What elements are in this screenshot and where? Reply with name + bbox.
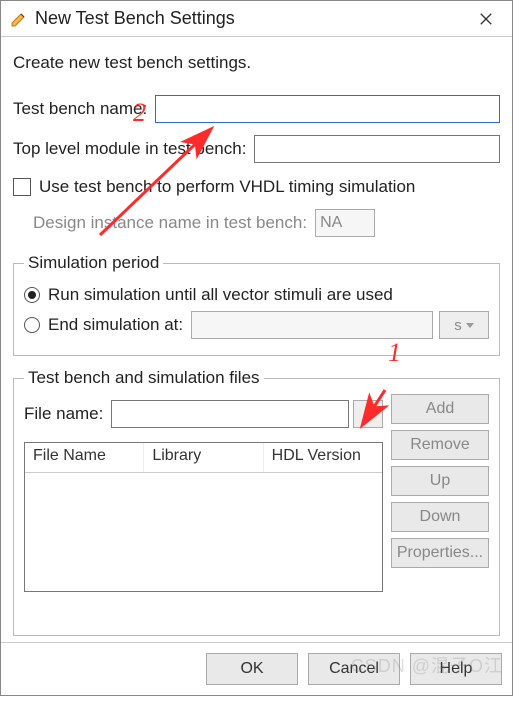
col-file-name: File Name bbox=[25, 443, 144, 472]
end-at-radio[interactable] bbox=[24, 317, 40, 333]
chevron-down-icon bbox=[466, 323, 474, 328]
vhdl-timing-checkbox[interactable] bbox=[13, 178, 31, 196]
properties-button[interactable]: Properties... bbox=[391, 538, 489, 568]
files-table[interactable]: File Name Library HDL Version bbox=[24, 442, 383, 592]
cancel-button[interactable]: Cancel bbox=[308, 653, 400, 685]
run-until-label: Run simulation until all vector stimuli … bbox=[48, 285, 393, 305]
row-run-until: Run simulation until all vector stimuli … bbox=[24, 285, 489, 305]
test-bench-name-input[interactable] bbox=[155, 95, 500, 123]
dialog-new-test-bench: New Test Bench Settings Create new test … bbox=[0, 0, 513, 696]
top-module-input[interactable] bbox=[254, 135, 500, 163]
test-bench-files-legend: Test bench and simulation files bbox=[24, 368, 264, 388]
help-button[interactable]: Help bbox=[410, 653, 502, 685]
time-unit-value: s bbox=[454, 317, 462, 334]
files-buttons: Add Remove Up Down Properties... bbox=[391, 394, 489, 592]
end-at-label: End simulation at: bbox=[48, 315, 183, 335]
browse-button[interactable]: ... bbox=[353, 400, 383, 428]
row-top-level-module: Top level module in test bench: bbox=[13, 135, 500, 163]
pencil-icon bbox=[9, 9, 29, 29]
down-button[interactable]: Down bbox=[391, 502, 489, 532]
row-test-bench-name: Test bench name: bbox=[13, 95, 500, 123]
col-library: Library bbox=[144, 443, 263, 472]
files-inner: File name: ... File Name Library HDL Ver… bbox=[24, 394, 489, 592]
run-until-radio[interactable] bbox=[24, 287, 40, 303]
table-header: File Name Library HDL Version bbox=[25, 443, 382, 473]
col-hdl-version: HDL Version bbox=[264, 443, 382, 472]
row-design-instance: Design instance name in test bench: bbox=[33, 209, 500, 237]
close-icon bbox=[479, 12, 493, 26]
test-bench-name-label: Test bench name: bbox=[13, 99, 147, 119]
design-instance-label: Design instance name in test bench: bbox=[33, 213, 307, 233]
remove-button[interactable]: Remove bbox=[391, 430, 489, 460]
file-name-input[interactable] bbox=[111, 400, 349, 428]
simulation-period-legend: Simulation period bbox=[24, 253, 163, 273]
add-button[interactable]: Add bbox=[391, 394, 489, 424]
files-left: File name: ... File Name Library HDL Ver… bbox=[24, 394, 383, 592]
content-area: Create new test bench settings. Test ben… bbox=[1, 37, 512, 642]
vhdl-timing-label: Use test bench to perform VHDL timing si… bbox=[39, 177, 415, 197]
end-at-input bbox=[191, 311, 433, 339]
time-unit-select[interactable]: s bbox=[439, 311, 489, 339]
titlebar: New Test Bench Settings bbox=[1, 1, 512, 37]
row-file-name: File name: ... bbox=[24, 400, 383, 428]
ok-button[interactable]: OK bbox=[206, 653, 298, 685]
row-vhdl-timing: Use test bench to perform VHDL timing si… bbox=[13, 177, 500, 197]
dialog-footer: OK Cancel Help bbox=[1, 642, 512, 695]
dialog-description: Create new test bench settings. bbox=[13, 53, 500, 73]
simulation-period-group: Simulation period Run simulation until a… bbox=[13, 253, 500, 356]
dialog-title: New Test Bench Settings bbox=[35, 8, 468, 29]
top-module-label: Top level module in test bench: bbox=[13, 139, 246, 159]
up-button[interactable]: Up bbox=[391, 466, 489, 496]
test-bench-files-group: Test bench and simulation files File nam… bbox=[13, 368, 500, 636]
file-name-label: File name: bbox=[24, 404, 103, 424]
row-end-at: End simulation at: s bbox=[24, 311, 489, 339]
design-instance-input bbox=[315, 209, 375, 237]
close-button[interactable] bbox=[468, 4, 504, 34]
